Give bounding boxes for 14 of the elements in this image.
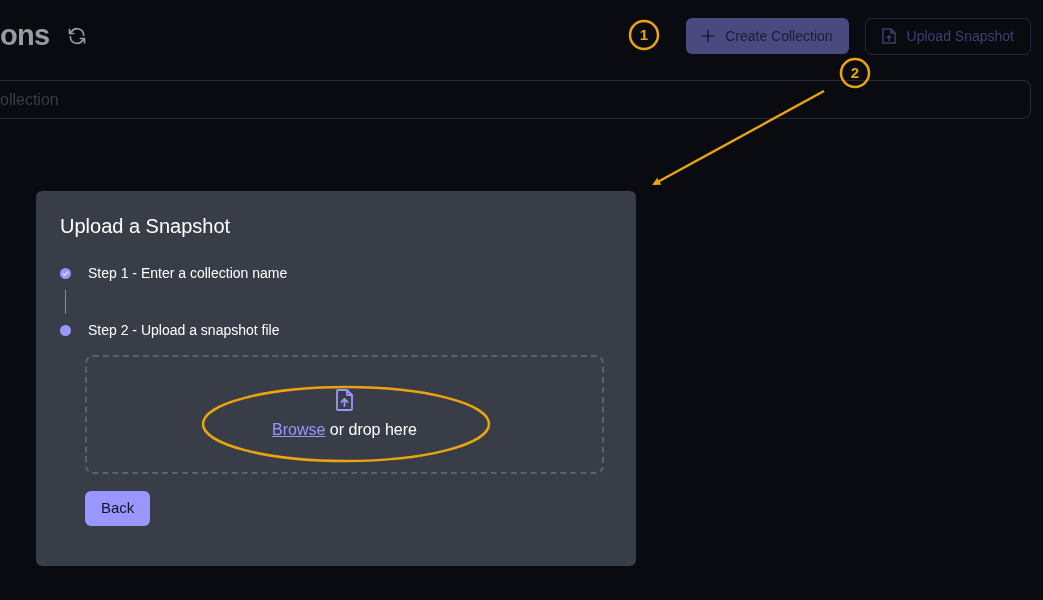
drop-hint: or drop here xyxy=(329,420,417,438)
dialog-title: Upload a Snapshot xyxy=(60,214,232,239)
step-number-marker: 2 xyxy=(839,57,871,89)
browse-link[interactable]: Browse xyxy=(272,420,326,438)
step-number-marker: 1 xyxy=(628,19,660,51)
file-upload-icon xyxy=(881,28,896,44)
page-title: ons xyxy=(0,18,50,54)
file-upload-icon xyxy=(333,387,356,412)
step-label: Step 2 - Upload a snapshot file xyxy=(88,321,280,340)
drop-zone[interactable]: Browse or drop here xyxy=(85,355,604,474)
plus-icon xyxy=(702,30,715,42)
step-label: Step 1 - Enter a collection name xyxy=(88,264,288,283)
refresh-icon[interactable] xyxy=(67,26,88,46)
back-button[interactable]: Back xyxy=(85,491,151,526)
